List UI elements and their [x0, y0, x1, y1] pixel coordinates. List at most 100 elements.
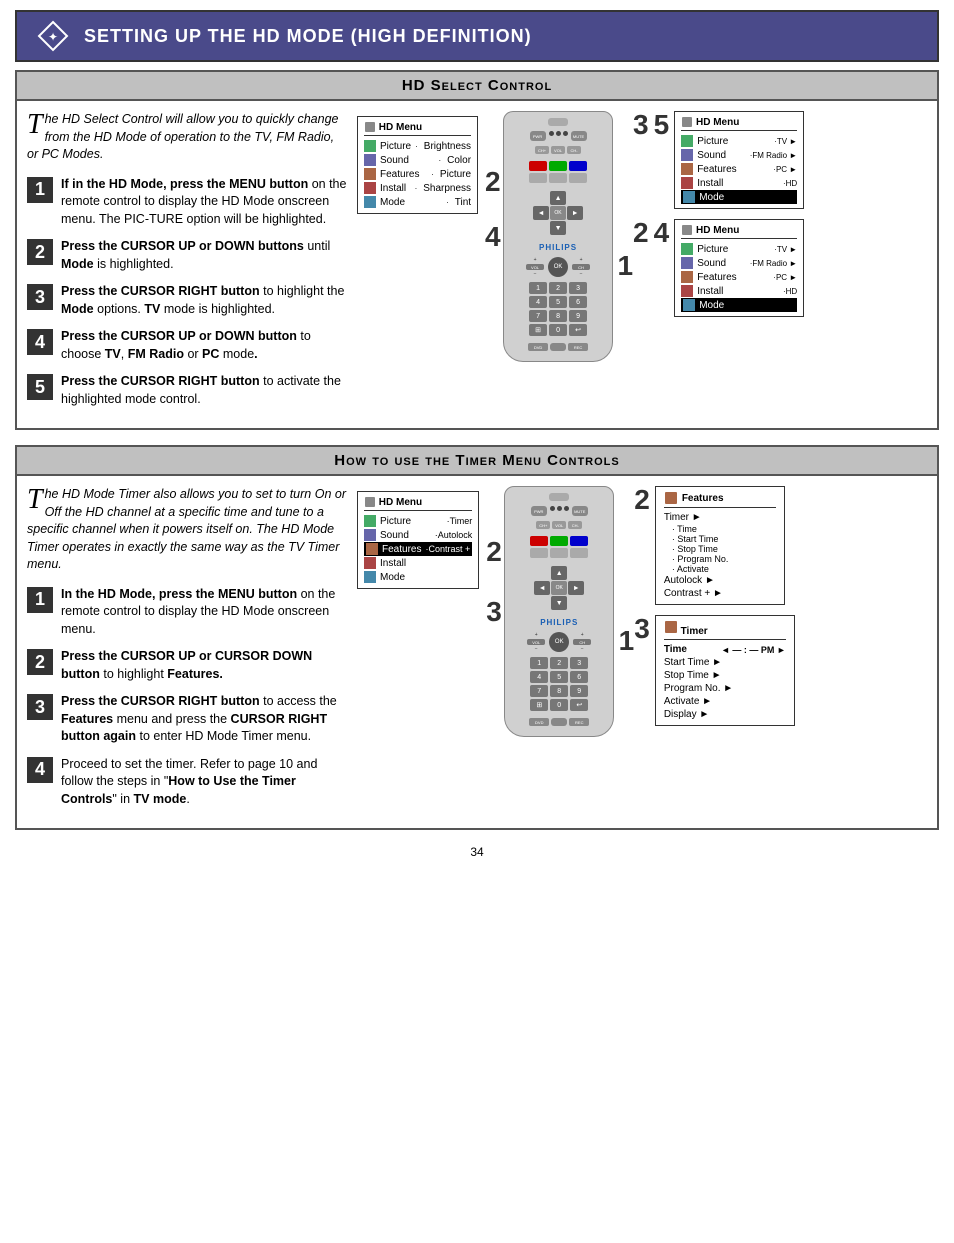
ok-btn[interactable]: OK — [548, 257, 568, 277]
remote2-pwr[interactable]: PWR — [531, 506, 547, 516]
menu2-icon — [681, 116, 693, 128]
num-0[interactable]: 0 — [549, 324, 567, 336]
red-btn[interactable] — [529, 161, 547, 171]
vol-slider[interactable]: VOL — [526, 264, 544, 270]
num2-4[interactable]: 4 — [530, 671, 548, 683]
gray-btn[interactable] — [549, 173, 567, 183]
small-btn2[interactable]: CH+ — [536, 521, 550, 529]
num-3[interactable]: 3 — [569, 282, 587, 294]
bottom-btn2-right[interactable]: REC — [569, 718, 589, 726]
num-7[interactable]: 7 — [529, 310, 547, 322]
mode-icon3 — [683, 299, 695, 311]
num2-3[interactable]: 3 — [570, 657, 588, 669]
ch2-slider[interactable]: CH — [573, 639, 591, 645]
gray-btn2[interactable] — [570, 548, 588, 558]
sound-icon-t — [364, 529, 376, 541]
dpad-up[interactable]: ▲ — [550, 191, 566, 205]
numpad: 1 2 3 4 5 6 7 8 9 ⊞ 0 ↩ — [529, 282, 587, 336]
dpad-ok[interactable]: OK — [550, 206, 566, 220]
num-2[interactable]: 2 — [549, 282, 567, 294]
timer-diagram-row: HD Menu Picture ·Timer Sound ·Autolock — [357, 486, 927, 737]
num2-2[interactable]: 2 — [550, 657, 568, 669]
dpad-left[interactable]: ◄ — [533, 206, 549, 220]
num2-1[interactable]: 1 — [530, 657, 548, 669]
ok2-btn[interactable]: OK — [549, 632, 569, 652]
dpad2-right[interactable]: ► — [568, 581, 584, 595]
dpad2-up[interactable]: ▲ — [551, 566, 567, 580]
num2-9[interactable]: 9 — [570, 685, 588, 697]
install-icon3 — [681, 285, 693, 297]
menu-item: Install — [364, 556, 472, 570]
dpad2-left[interactable]: ◄ — [534, 581, 550, 595]
bottom-btn[interactable]: DVD — [528, 343, 548, 351]
small-btn2[interactable]: VOL — [552, 521, 566, 529]
remote-btn[interactable]: PWR — [530, 131, 546, 141]
remote: PWR MUTE CH+ VOL CH- — [503, 111, 613, 362]
green-btn2[interactable] — [550, 536, 568, 546]
green-btn[interactable] — [549, 161, 567, 171]
num-9[interactable]: 9 — [569, 310, 587, 322]
num-4[interactable]: 4 — [529, 296, 547, 308]
num-1[interactable]: 1 — [529, 282, 547, 294]
diamond-icon: ✦ — [37, 20, 69, 52]
num2-8[interactable]: 8 — [550, 685, 568, 697]
dpad2-empty — [568, 566, 584, 580]
num2-7[interactable]: 7 — [530, 685, 548, 697]
step-text-1: If in the HD Mode, press the MENU button… — [61, 176, 347, 229]
num-5[interactable]: 5 — [549, 296, 567, 308]
bottom-btn2[interactable] — [551, 718, 567, 726]
timer-activate-row: Activate ► — [664, 695, 786, 708]
drop-cap-t2: T — [27, 486, 43, 514]
red-btn2[interactable] — [530, 536, 548, 546]
blue-btn2[interactable] — [570, 536, 588, 546]
vol2-slider[interactable]: VOL — [527, 639, 545, 645]
menu1-title: HD Menu — [364, 121, 471, 136]
step-badge-5: 5 — [654, 111, 670, 139]
bottom-btn2[interactable]: DVD — [529, 718, 549, 726]
badge-2-timer: 2 — [634, 486, 650, 514]
feat-sub: · Activate — [664, 564, 776, 574]
num2-hash[interactable]: ↩ — [570, 699, 588, 711]
bottom-btn-right[interactable]: REC — [568, 343, 588, 351]
features-subbox-row: 2 Features Timer ► · Time · Start Time — [634, 486, 795, 605]
small-btn[interactable]: VOL — [551, 146, 565, 154]
num2-0[interactable]: 0 — [550, 699, 568, 711]
menu-icon — [364, 121, 376, 133]
step-text-5: Press the CURSOR RIGHT button to activat… — [61, 373, 347, 408]
remote2-mute[interactable]: MUTE — [572, 506, 588, 516]
dpad2-down[interactable]: ▼ — [551, 596, 567, 610]
gray-btn2[interactable] — [530, 548, 548, 558]
bottom-btn[interactable] — [550, 343, 566, 351]
num2-star[interactable]: ⊞ — [530, 699, 548, 711]
step-badge-2b: 2 — [633, 219, 649, 247]
small-btn2[interactable]: CH- — [568, 521, 582, 529]
num2-6[interactable]: 6 — [570, 671, 588, 683]
timer-display-row: Display ► — [664, 708, 786, 721]
gray-btn2[interactable] — [550, 548, 568, 558]
num-8[interactable]: 8 — [549, 310, 567, 322]
features-icon2 — [681, 163, 693, 175]
num-hash[interactable]: ↩ — [569, 324, 587, 336]
gray-btn[interactable] — [569, 173, 587, 183]
small-btn[interactable]: CH- — [567, 146, 581, 154]
num-6[interactable]: 6 — [569, 296, 587, 308]
section1-right: HD Menu Picture ·Brightness Sound ·Color — [357, 111, 927, 418]
num-star[interactable]: ⊞ — [529, 324, 547, 336]
ch-slider[interactable]: CH — [572, 264, 590, 270]
dpad-down[interactable]: ▼ — [550, 221, 566, 235]
remote-btn-right[interactable]: MUTE — [571, 131, 587, 141]
remote2-connector — [549, 493, 569, 501]
dpad2-ok[interactable]: OK — [551, 581, 567, 595]
mode-icon-t — [364, 571, 376, 583]
num2-5[interactable]: 5 — [550, 671, 568, 683]
ch2-minus: − — [581, 646, 584, 652]
step-text-3: Press the CURSOR RIGHT button to highlig… — [61, 283, 347, 318]
timer-start-row: Start Time ► — [664, 656, 786, 669]
step-badge-4b: 4 — [654, 219, 670, 247]
gray-btn[interactable] — [529, 173, 547, 183]
section1-intro: The HD Select Control will allow you to … — [27, 111, 347, 164]
step2-text-2: Press the CURSOR UP or CURSOR DOWN butto… — [61, 648, 347, 683]
small-btn[interactable]: CH+ — [535, 146, 549, 154]
blue-btn[interactable] — [569, 161, 587, 171]
dpad-right[interactable]: ► — [567, 206, 583, 220]
